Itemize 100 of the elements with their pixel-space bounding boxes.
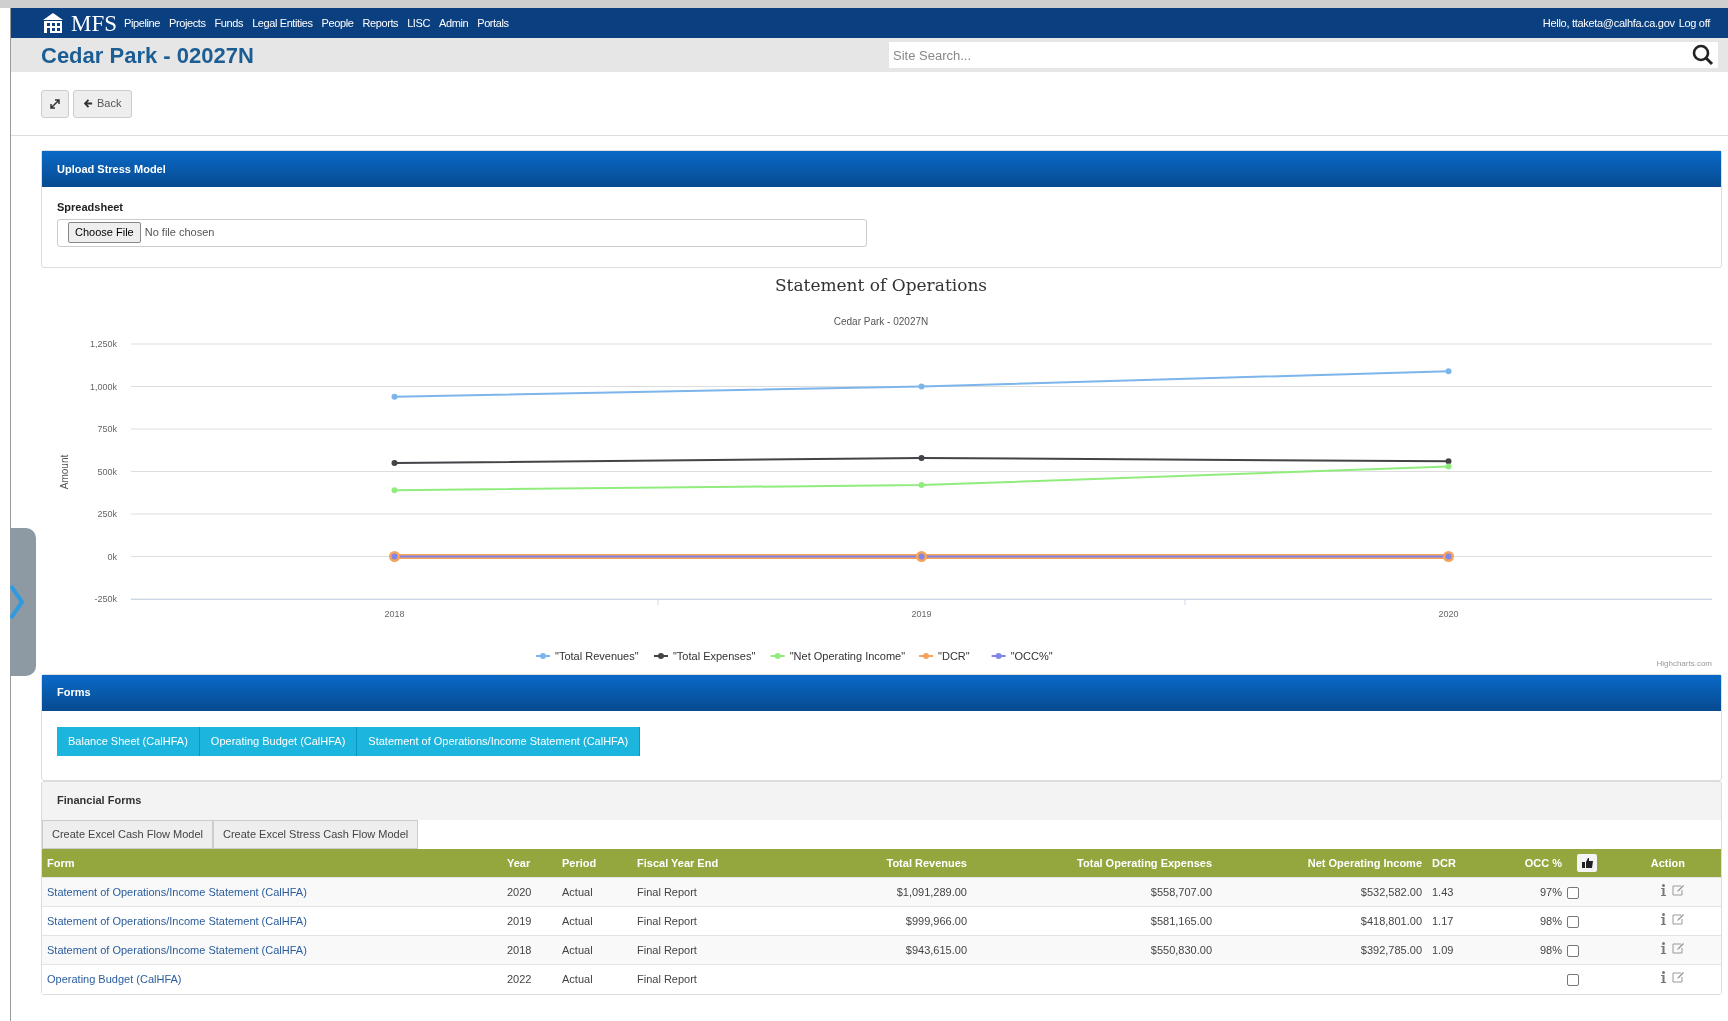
- excel-button[interactable]: Create Excel Stress Cash Flow Model: [213, 819, 419, 849]
- table-cell: $943,615.00: [905, 943, 967, 956]
- legend-item[interactable]: "DCR": [918, 649, 970, 662]
- legend-item[interactable]: "Net Operating Income": [769, 649, 906, 662]
- row-checkbox[interactable]: [1567, 974, 1579, 987]
- info-icon[interactable]: [1661, 971, 1666, 983]
- table-cell: Actual: [562, 914, 593, 927]
- table-cell: $532,582.00: [1360, 885, 1422, 898]
- table-cell: $999,966.00: [905, 914, 967, 927]
- data-point: [918, 454, 925, 461]
- column-header: Period: [557, 848, 632, 878]
- data-point: [391, 486, 398, 493]
- table-cell: $1,091,289.00: [896, 885, 967, 898]
- legend-label: "OCC%": [1010, 649, 1053, 662]
- form-link[interactable]: Statement of Operations/Income Statement (CalHFA): [47, 943, 307, 956]
- chart-title: Statement of Operations: [774, 274, 988, 295]
- search-icon[interactable]: [1692, 44, 1714, 66]
- excel-button[interactable]: Create Excel Cash Flow Model: [42, 819, 213, 849]
- table-cell: Actual: [562, 943, 593, 956]
- choose-file-button[interactable]: Choose File: [68, 222, 141, 243]
- form-link[interactable]: Operating Budget (CalHFA): [47, 973, 182, 985]
- table-cell: Final Report: [637, 943, 697, 956]
- form-link[interactable]: Statement of Operations/Income Statement (CalHFA): [47, 914, 307, 927]
- info-icon[interactable]: [1661, 883, 1666, 896]
- nav-link[interactable]: People: [321, 14, 354, 32]
- x-tick-label: 2019: [911, 608, 932, 619]
- table-cell: $581,165.00: [1150, 914, 1212, 927]
- edit-icon[interactable]: [1672, 971, 1685, 983]
- user-greeting: Hello, ttaketa@calhfa.ca.gov: [1542, 15, 1675, 31]
- table-cell: Actual: [562, 885, 593, 898]
- x-tick-label: 2018: [384, 608, 405, 619]
- column-header: Total Operating Expenses: [972, 848, 1217, 878]
- data-point: [918, 383, 925, 389]
- table-cell: Final Report: [637, 885, 697, 898]
- legend-item[interactable]: "Total Revenues": [535, 649, 639, 662]
- sidebar-toggle[interactable]: [10, 528, 36, 676]
- edit-icon[interactable]: [1672, 941, 1685, 954]
- table-cell: $418,801.00: [1360, 914, 1422, 927]
- table-cell: 1.43: [1432, 885, 1454, 898]
- nav-link[interactable]: LISC: [407, 14, 430, 32]
- nav-link[interactable]: Legal Entities: [252, 14, 313, 32]
- log-off-link[interactable]: Log off: [1678, 14, 1710, 32]
- legend-item[interactable]: "OCC%": [990, 649, 1053, 662]
- y-tick-label: 750k: [97, 423, 117, 434]
- panel-header: Forms: [42, 674, 1721, 711]
- edit-icon[interactable]: [1672, 912, 1685, 925]
- row-checkbox[interactable]: [1567, 886, 1579, 899]
- arrow-left-icon: [84, 99, 93, 108]
- back-button[interactable]: Back: [73, 89, 133, 118]
- legend-label: "DCR": [938, 649, 970, 662]
- legend-item[interactable]: "Total Expenses": [652, 649, 756, 662]
- table-cell: 98%: [1539, 943, 1562, 956]
- table-cell: 1.17: [1432, 914, 1454, 927]
- info-icon[interactable]: [1661, 912, 1666, 925]
- row-checkbox[interactable]: [1567, 915, 1579, 928]
- y-tick-label: -250k: [94, 593, 117, 604]
- data-point: [391, 393, 398, 400]
- table-cell: $550,830.00: [1150, 943, 1212, 956]
- nav-link[interactable]: Funds: [214, 14, 244, 32]
- field-label: Spreadsheet: [57, 200, 125, 215]
- table-cell: 2020: [507, 885, 532, 898]
- form-link[interactable]: Statement of Operations/Income Statement (CalHFA): [47, 885, 307, 898]
- data-point: [391, 459, 398, 466]
- chart-credit: Highcharts.com: [1656, 657, 1712, 670]
- column-header: OCC %: [1487, 848, 1567, 878]
- table-cell: 1.09: [1432, 943, 1454, 956]
- legend-label: "Total Revenues": [555, 649, 639, 662]
- table-cell: 2018: [507, 943, 532, 956]
- expand-icon: [49, 97, 61, 110]
- edit-icon[interactable]: [1672, 883, 1685, 896]
- y-tick-label: 500k: [97, 466, 117, 476]
- y-tick-label: 250k: [97, 508, 117, 519]
- info-icon[interactable]: [1661, 941, 1666, 954]
- column-header: Year: [502, 848, 557, 878]
- brand-logo[interactable]: MFS: [71, 11, 118, 35]
- file-input[interactable]: Choose File No file chosen: [57, 218, 867, 247]
- nav-link[interactable]: Reports: [362, 14, 399, 32]
- column-header: Form: [42, 848, 502, 878]
- table-cell: 2019: [507, 914, 532, 927]
- legend-label: "Total Expenses": [672, 649, 756, 662]
- nav-link[interactable]: Portals: [477, 14, 509, 32]
- nav-link[interactable]: Projects: [169, 14, 206, 32]
- table-cell: $558,707.00: [1150, 885, 1212, 898]
- table-cell: Final Report: [637, 914, 697, 927]
- page-title: Cedar Park - 02027N: [41, 41, 255, 70]
- row-checkbox[interactable]: [1567, 944, 1579, 957]
- table-cell: $392,785.00: [1360, 943, 1422, 956]
- column-header: Action: [1607, 848, 1721, 878]
- thumbs-up-button[interactable]: [1577, 853, 1597, 872]
- column-header: Total Revenues: [772, 848, 972, 878]
- table-cell: 2022: [507, 973, 532, 985]
- nav-link[interactable]: Admin: [439, 14, 469, 32]
- column-header: Net Operating Income: [1217, 848, 1427, 878]
- panel-header: Upload Stress Model: [42, 151, 1721, 187]
- expand-button[interactable]: [41, 89, 69, 118]
- table-cell: Final Report: [637, 973, 697, 985]
- y-tick-label: 1,250k: [89, 338, 117, 349]
- y-tick-label: 1,000k: [89, 381, 117, 391]
- nav-link[interactable]: Pipeline: [124, 14, 160, 32]
- column-header: DCR: [1427, 848, 1487, 878]
